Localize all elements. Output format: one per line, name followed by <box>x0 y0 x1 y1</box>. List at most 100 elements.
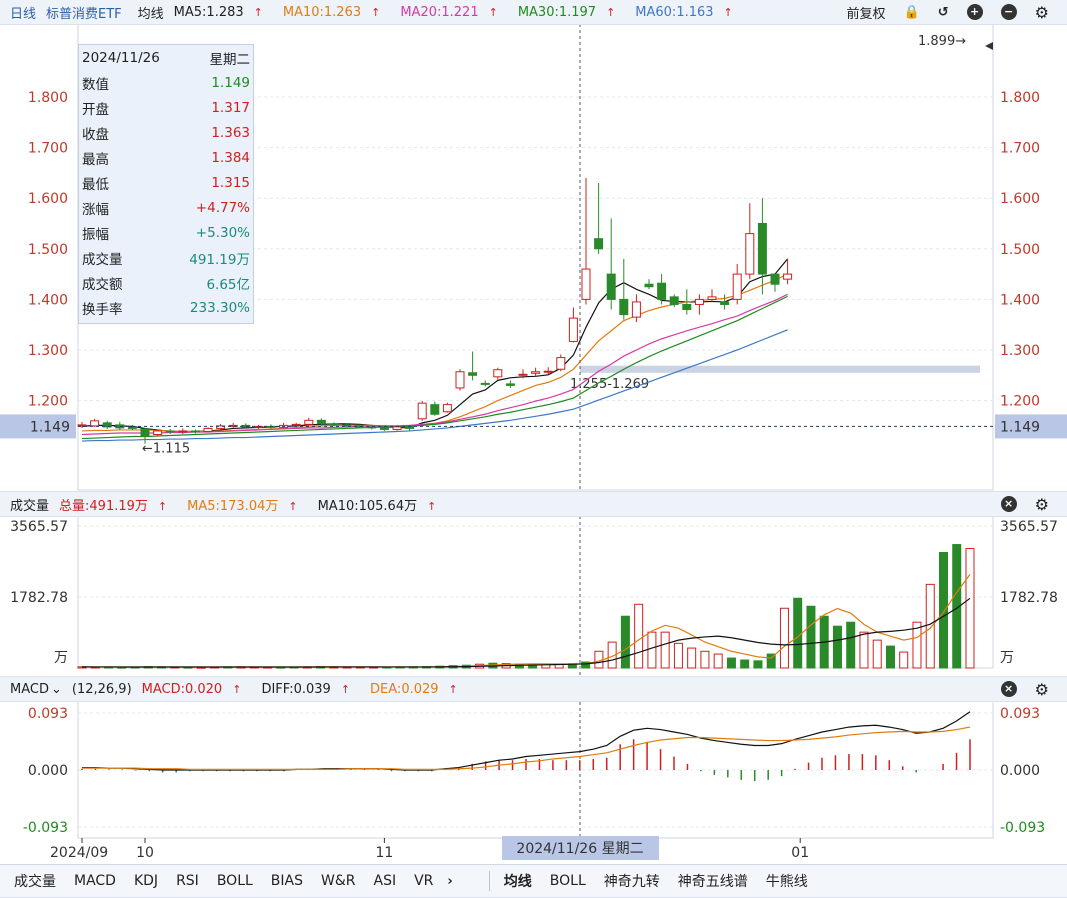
macd-tick-left: 0.000 <box>28 763 68 779</box>
candle-body <box>127 426 137 429</box>
candle-body <box>606 273 616 300</box>
gear-icon[interactable]: ⚙ <box>1035 495 1049 514</box>
candle-body <box>720 301 730 305</box>
candle-body <box>669 296 679 305</box>
price-tick-right: 1.300 <box>1000 343 1040 359</box>
price-tick-left: 1.600 <box>28 191 68 207</box>
candle-body <box>304 419 314 425</box>
tab-KDJ[interactable]: KDJ <box>134 873 158 889</box>
undo-icon[interactable]: ↺ <box>938 5 949 20</box>
price-tick-right: 1.600 <box>1000 191 1040 207</box>
tab-MACD[interactable]: MACD <box>74 873 116 889</box>
volume-bar <box>806 605 816 669</box>
price-zone-band <box>580 365 980 373</box>
macd-title[interactable]: MACD <box>10 682 49 697</box>
candle-info-panel: 2024/11/26 星期二 数值 1.149 开盘 1.317 收盘 1.363 最高 1.… <box>78 44 254 324</box>
dea-value: DEA:0.029 ↑ <box>370 681 458 697</box>
info-date: 2024/11/26 <box>82 49 160 66</box>
volume-bar <box>925 583 935 669</box>
volume-bar <box>700 650 710 669</box>
tab-牛熊线[interactable]: 牛熊线 <box>766 871 808 891</box>
candle-body <box>90 420 100 427</box>
candle-body <box>682 303 692 311</box>
volume-bar <box>859 631 869 669</box>
candle-body <box>543 370 553 373</box>
candle-body <box>518 373 528 376</box>
volume-ma5: MA5:173.04万 ↑ <box>187 498 298 514</box>
candle-body <box>493 369 503 378</box>
tab-神奇五线谱[interactable]: 神奇五线谱 <box>678 871 748 891</box>
candle-body <box>732 273 742 300</box>
volume-bar <box>713 653 723 669</box>
candle-body <box>316 419 326 425</box>
tab-BOLL[interactable]: BOLL <box>550 873 586 889</box>
info-value: +4.77% <box>195 199 250 216</box>
volume-tick-left: 3565.57 <box>10 519 68 535</box>
zoom-in-icon[interactable]: + <box>966 4 983 20</box>
adjust-selector[interactable]: 前复权 <box>847 3 886 22</box>
candle-body <box>153 430 163 436</box>
macd-header: MACD ⌄ (12,26,9) MACD:0.020 ↑ DIFF:0.039 ↑… <box>0 676 1067 702</box>
macd-params: (12,26,9) <box>71 681 132 697</box>
price-tick-left: 1.700 <box>28 141 68 157</box>
info-weekday: 星期二 <box>209 51 251 68</box>
tab-均线[interactable]: 均线 <box>504 871 532 891</box>
info-label: 最低 <box>82 176 109 193</box>
x-axis-label: 2024/09 <box>50 845 108 861</box>
info-value: 233.30% <box>189 299 250 316</box>
price-tick-left: 1.200 <box>28 394 68 410</box>
volume-unit-right: 万 <box>1000 650 1014 666</box>
volume-bar <box>660 631 670 669</box>
tab-VR[interactable]: VR <box>414 873 433 889</box>
tab-ASI[interactable]: ASI <box>374 873 397 889</box>
info-label: 收盘 <box>82 126 109 143</box>
chevron-right-icon[interactable]: › <box>447 874 452 889</box>
info-label: 最高 <box>82 151 109 168</box>
volume-bar <box>753 660 763 669</box>
volume-bar <box>965 548 975 669</box>
volume-ma10: MA10:105.64万 ↑ <box>317 498 437 514</box>
gear-icon[interactable]: ⚙ <box>1035 680 1049 699</box>
macd-tick-right: 0.000 <box>1000 763 1040 779</box>
info-value: 491.19万 <box>189 251 250 268</box>
tab-神奇九转[interactable]: 神奇九转 <box>604 871 660 891</box>
candle-body <box>619 298 629 316</box>
ma20-value: MA20:1.221 ↑ <box>400 4 498 20</box>
info-label: 成交额 <box>82 276 123 293</box>
candle-body <box>392 426 402 430</box>
info-row: 收盘 1.363 <box>79 120 253 145</box>
gear-icon[interactable]: ⚙ <box>1035 3 1049 22</box>
macd-tick-left: 0.093 <box>28 706 68 722</box>
period-selector[interactable]: 日线 <box>10 3 36 22</box>
candle-body <box>329 423 339 426</box>
candle-body <box>342 424 352 427</box>
x-axis-label: 10 <box>136 845 154 861</box>
candle-body <box>657 282 667 300</box>
price-tick-left: 1.500 <box>28 242 68 258</box>
price-tick-right: 1.200 <box>1000 394 1040 410</box>
close-icon[interactable]: × <box>1000 496 1017 512</box>
tab-BIAS[interactable]: BIAS <box>271 873 303 889</box>
info-row: 最高 1.384 <box>79 145 253 170</box>
lock-icon[interactable]: 🔒 <box>904 5 920 20</box>
tab-RSI[interactable]: RSI <box>176 873 199 889</box>
tab-成交量[interactable]: 成交量 <box>14 871 56 891</box>
volume-bar <box>620 615 630 669</box>
candle-body <box>757 223 767 275</box>
info-value: 6.65亿 <box>206 276 250 293</box>
x-axis-label: 01 <box>791 845 809 861</box>
candle-body <box>140 428 150 437</box>
ma-label[interactable]: 均线 <box>138 3 164 22</box>
tab-BOLL[interactable]: BOLL <box>217 873 253 889</box>
zoom-out-icon[interactable]: − <box>1000 4 1017 20</box>
tab-W&R[interactable]: W&R <box>321 873 356 889</box>
macd-tick-left: -0.093 <box>23 820 68 836</box>
volume-bar <box>647 631 657 669</box>
ma60-value: MA60:1.163 ↑ <box>635 4 733 20</box>
close-icon[interactable]: × <box>1000 681 1017 697</box>
candle-body <box>367 426 377 429</box>
info-row: 最低 1.315 <box>79 170 253 195</box>
volume-tick-left: 1782.78 <box>10 590 68 606</box>
chevron-down-icon[interactable]: ⌄ <box>51 682 62 697</box>
volume-bar <box>899 651 909 669</box>
